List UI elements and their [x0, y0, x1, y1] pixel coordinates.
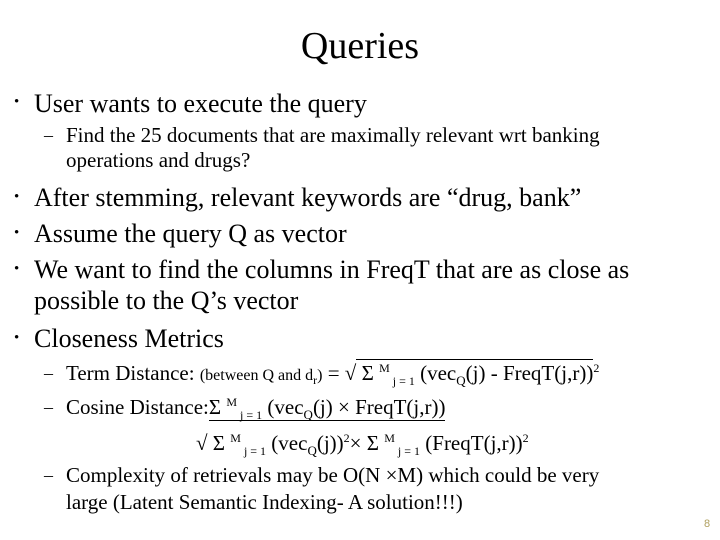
- bullet-text: After stemming, relevant keywords are “d…: [34, 183, 582, 212]
- bullet-text: User wants to execute the query: [34, 89, 367, 118]
- bullet-icon: •: [14, 94, 20, 110]
- bullet-text: Assume the query Q as vector: [34, 219, 347, 248]
- cosine-distance-denominator: √ Σ M j = 1 (vecQ(j))2× Σ M j = 1 (FreqT…: [196, 431, 529, 459]
- cosine-numerator-expr: Σ M j = 1 (vecQ(j) × FreqT(j,r)): [208, 395, 446, 423]
- bullet-text: Closeness Metrics: [34, 324, 224, 353]
- dash-icon: –: [44, 363, 53, 383]
- page-number: 8: [704, 518, 711, 530]
- bullet-text-cont: possible to the Q’s vector: [34, 286, 299, 315]
- slide-title: Queries: [300, 25, 420, 67]
- sub-bullet-text: Find the 25 documents that are maximally…: [66, 123, 600, 147]
- complexity-text: Complexity of retrievals may be O(N ×M) …: [66, 463, 600, 487]
- complexity-text-cont: large (Latent Semantic Indexing- A solut…: [66, 490, 463, 514]
- bullet-icon: •: [14, 225, 20, 241]
- cosine-distance-numerator: Cosine Distance:Σ M j = 1 (vecQ(j) × Fre…: [66, 394, 446, 423]
- bullet-icon: •: [14, 261, 20, 277]
- sqrt-symbol: √: [344, 361, 357, 385]
- sqrt-symbol: √: [196, 431, 208, 455]
- dash-icon: –: [44, 125, 53, 145]
- dash-icon: –: [44, 397, 53, 417]
- bullet-text: We want to find the columns in FreqT tha…: [34, 255, 630, 284]
- term-distance-radicand: Σ M j = 1 (vecQ(j) - FreqT(j,r)): [356, 359, 594, 389]
- cosine-distance-label: Cosine Distance:: [66, 395, 209, 419]
- term-distance-formula: Term Distance: (between Q and dr) = √ Σ …: [66, 359, 600, 389]
- bullet-icon: •: [14, 189, 20, 205]
- sub-bullet-text-cont: operations and drugs?: [66, 148, 251, 172]
- term-distance-label: Term Distance:: [66, 361, 195, 385]
- bullet-icon: •: [14, 330, 20, 346]
- term-distance-qualifier: (between Q and dr): [199, 367, 323, 388]
- dash-icon: –: [44, 465, 53, 485]
